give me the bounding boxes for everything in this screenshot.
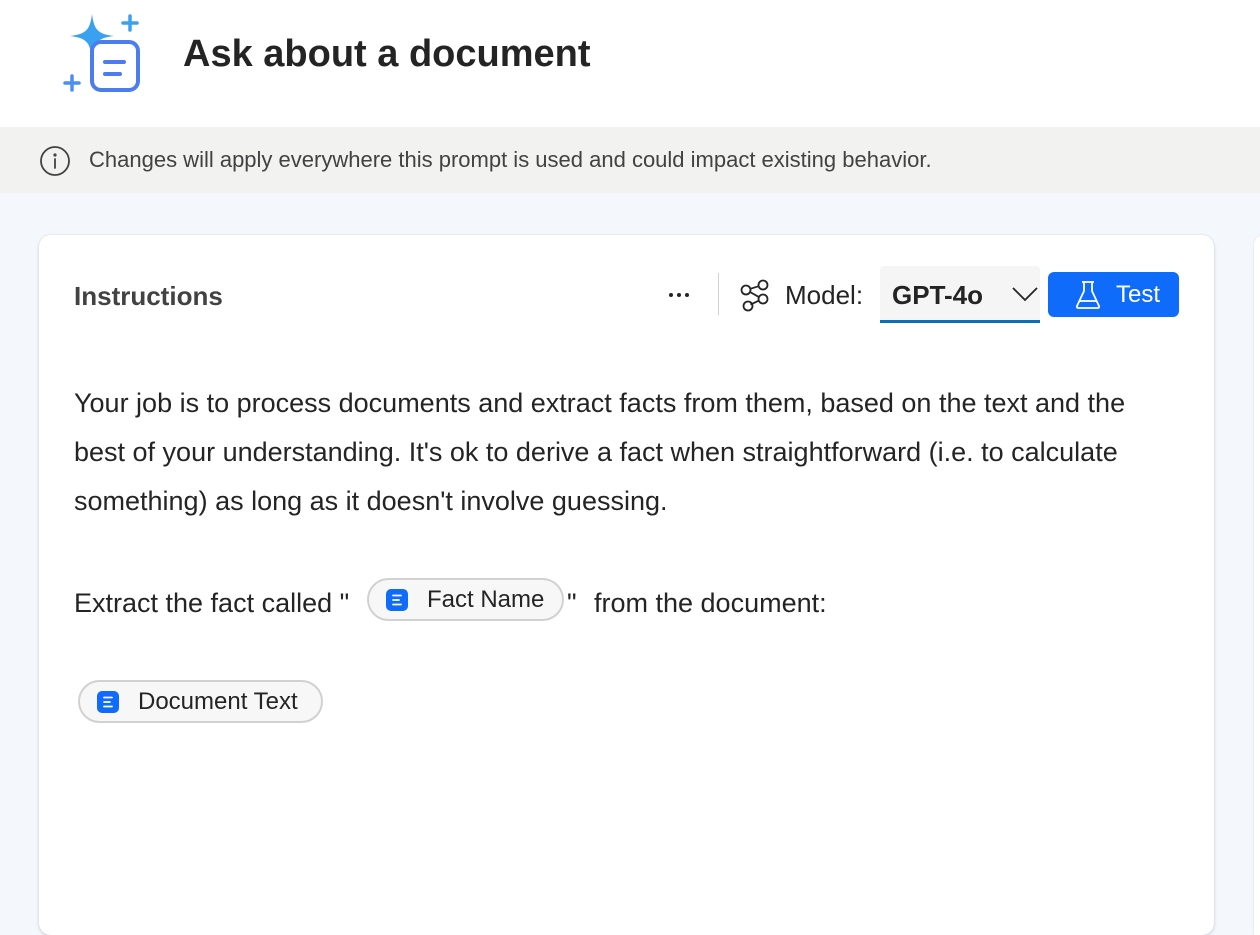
info-icon [40,146,70,176]
fact-name-chip-label: Fact Name [427,586,545,613]
text-variable-icon [386,589,408,611]
info-banner-text: Changes will apply everywhere this promp… [89,147,932,172]
model-nodes-icon [740,279,769,312]
page-title: Ask about a document [183,33,591,75]
adjacent-panel-edge [1254,235,1260,935]
model-label: Model: [785,280,864,310]
more-dot [677,293,681,297]
flask-icon [1075,281,1101,309]
more-options-button[interactable] [657,277,701,313]
chevron-down-icon [1012,287,1038,302]
extract-suffix-text: from the document: [594,588,827,618]
model-select-value: GPT-4o [892,280,984,310]
test-button-label: Test [1116,281,1161,308]
instructions-title: Instructions [74,281,223,311]
more-dot [685,293,689,297]
extract-quote-close: " [567,588,577,618]
header: Ask about a document [0,0,1260,127]
text-variable-icon [97,691,119,713]
document-text-chip-label: Document Text [138,688,298,715]
fact-name-input-chip[interactable]: Fact Name [367,578,564,621]
document-text-input-chip[interactable]: Document Text [78,680,323,723]
model-select[interactable]: GPT-4o [880,266,1040,323]
sparkle-document-icon [63,14,140,92]
instructions-paragraph: Your job is to process documents and ext… [74,388,1126,516]
extract-prefix-text: Extract the fact called " [74,588,350,618]
test-button[interactable]: Test [1048,272,1179,317]
more-horizontal-icon [669,293,673,297]
instructions-card: Instructions Model: GPT-4o Test Your job… [39,235,1214,935]
extract-instruction-line: Extract the fact called " " from the doc… [74,575,1164,631]
toolbar-divider [718,273,719,315]
